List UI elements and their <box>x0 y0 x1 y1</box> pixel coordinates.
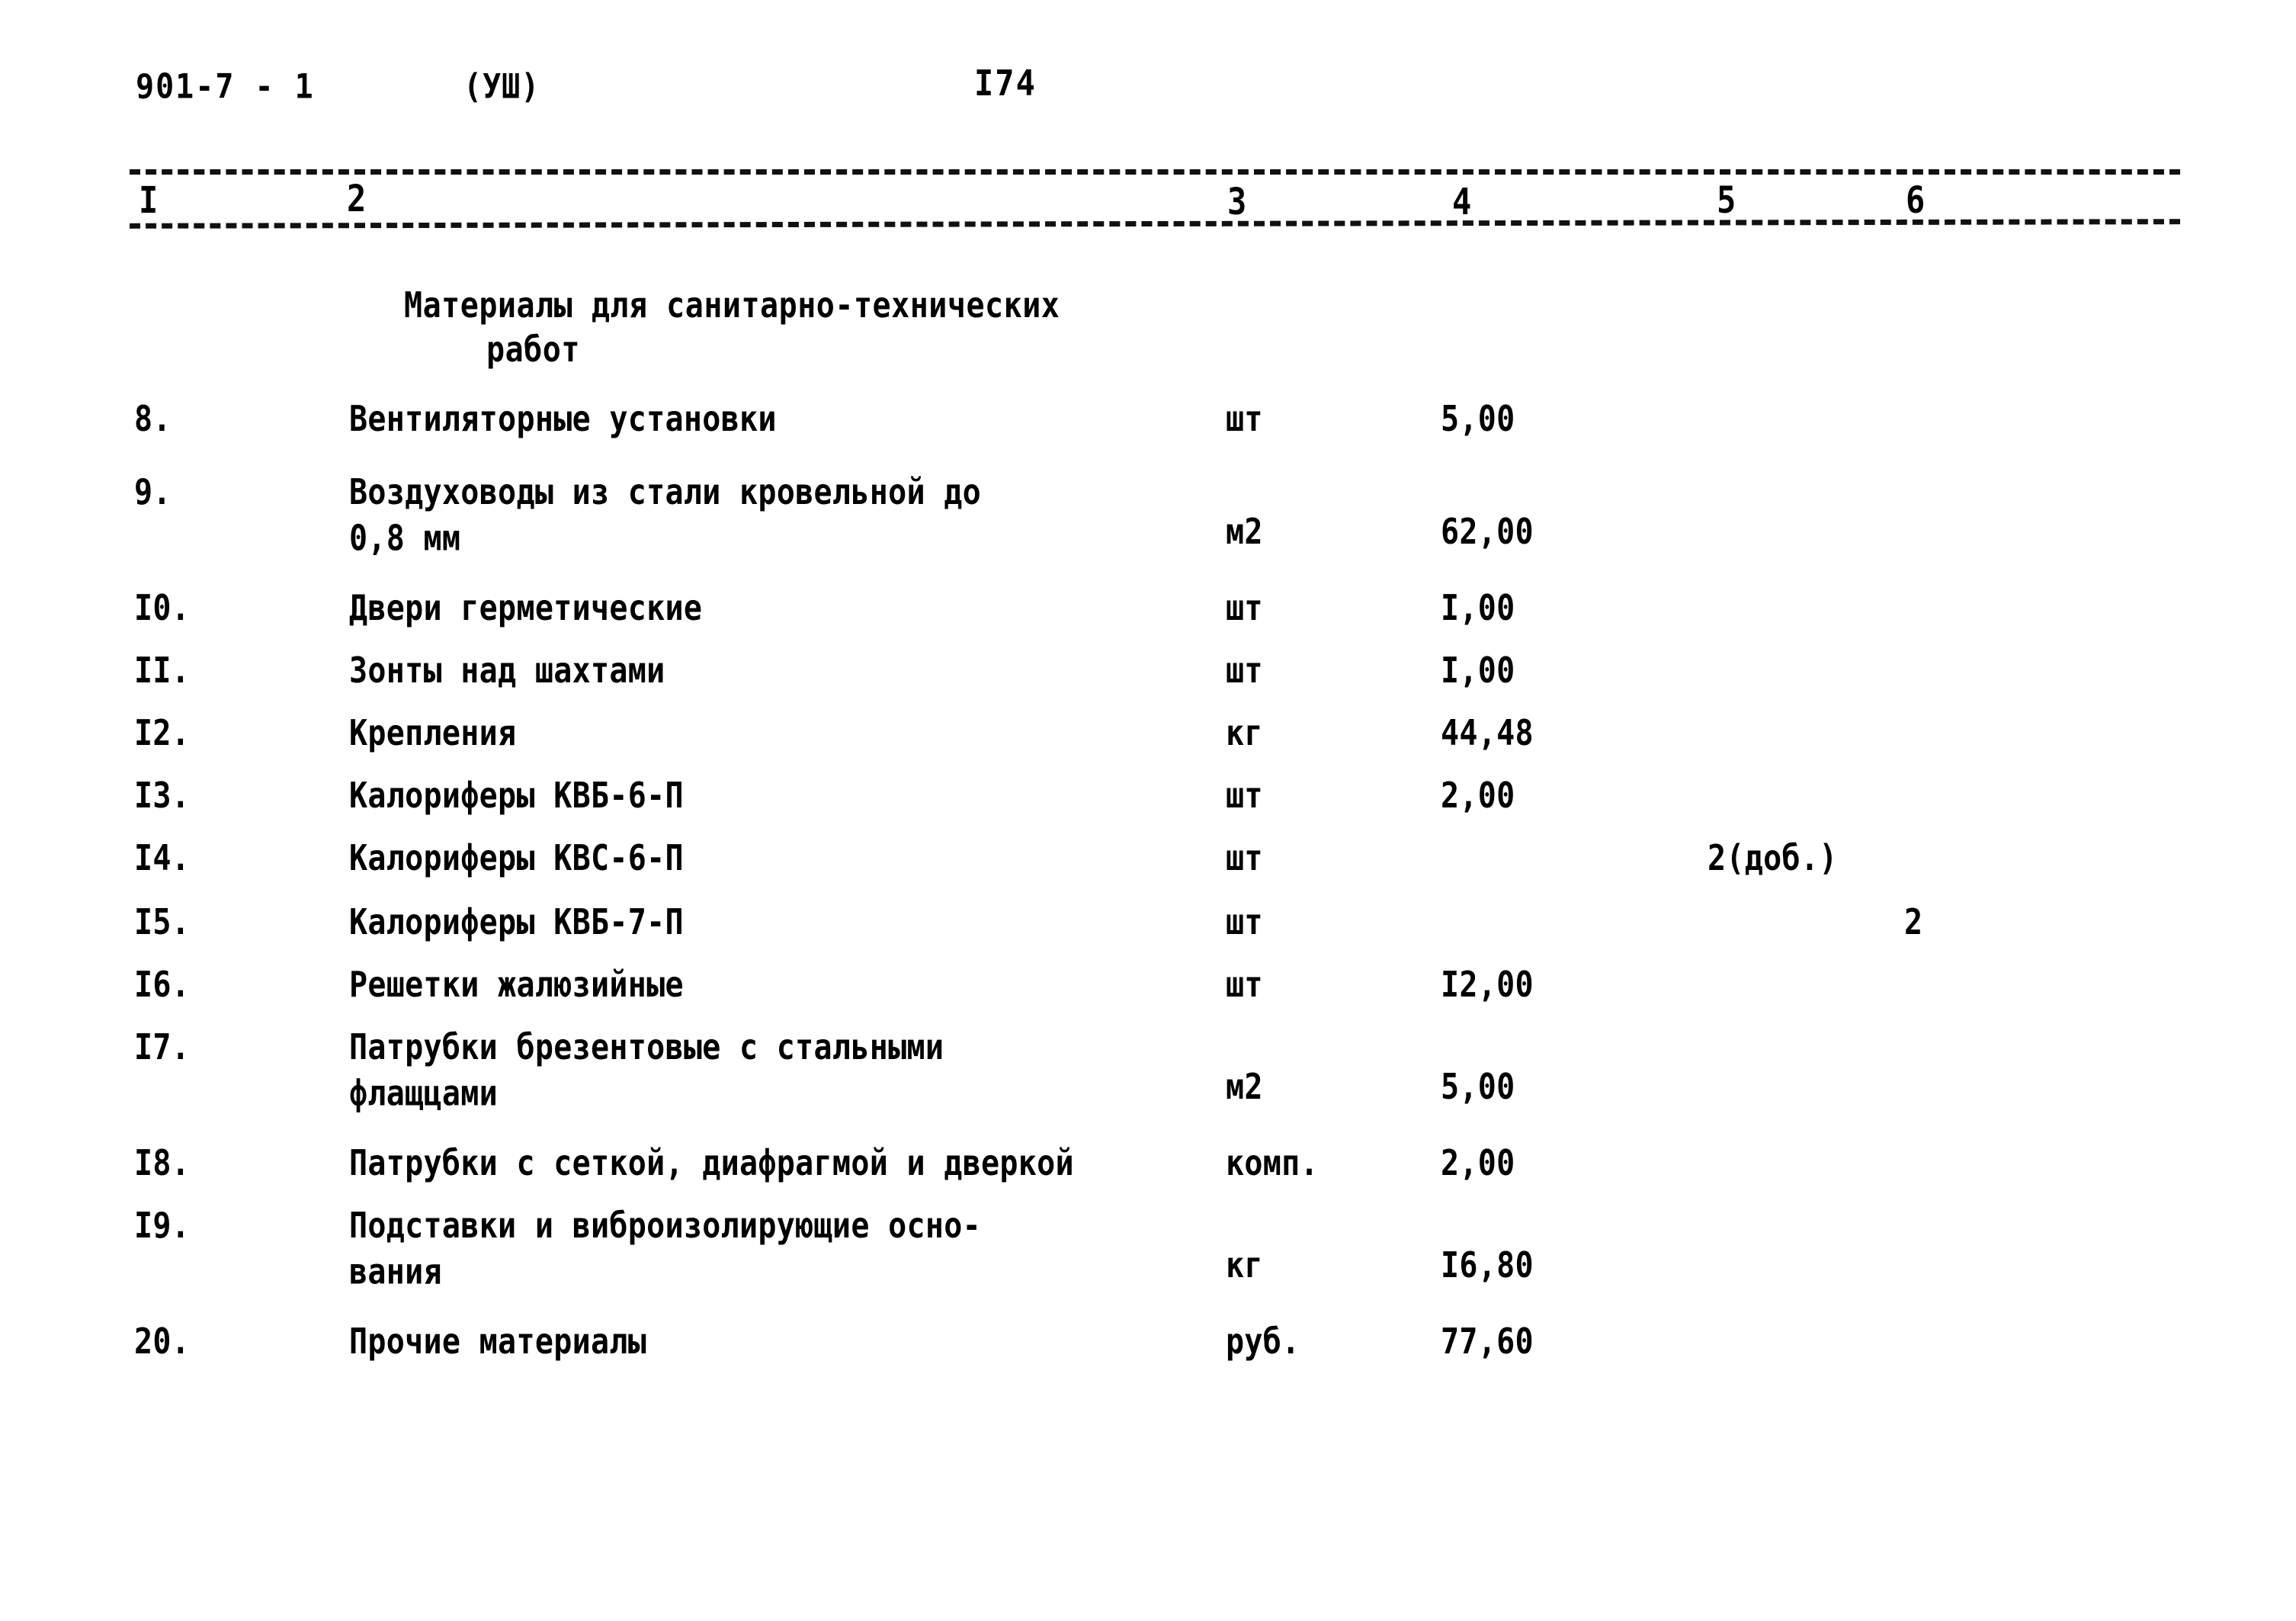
page-number: І74 <box>974 63 1037 104</box>
cell-name: Калориферы КВБ-7-П <box>349 902 684 943</box>
cell-no: 9. <box>134 472 172 513</box>
cell-name: Вентиляторные установки <box>349 399 777 440</box>
cell-unit: шт <box>1226 838 1263 879</box>
cell-no: І3. <box>134 775 191 817</box>
cell-qty: 2,00 <box>1441 775 1515 817</box>
cell-unit: шт <box>1226 775 1263 817</box>
cell-qty: 5,00 <box>1441 399 1515 440</box>
cell-no: 20. <box>134 1321 191 1363</box>
cell-unit: шт <box>1226 965 1263 1006</box>
cell-qty: І2,00 <box>1441 965 1534 1006</box>
column-number-4: 4 <box>1452 180 1472 223</box>
cell-unit: м2 <box>1226 512 1263 553</box>
cell-unit: м2 <box>1226 1067 1263 1108</box>
cell-qty: 44,48 <box>1441 713 1534 754</box>
document-code: 901-7 - 1 <box>136 67 315 107</box>
cell-qty: 2,00 <box>1441 1143 1515 1184</box>
cell-name: Двери герметические <box>349 588 703 629</box>
cell-no: 8. <box>134 399 172 440</box>
cell-no: І8. <box>134 1143 191 1184</box>
cell-unit: кг <box>1226 1245 1263 1286</box>
cell-name: Патрубки брезентовые с стальными флащцам… <box>349 1027 944 1115</box>
cell-unit: шт <box>1226 902 1263 943</box>
cell-name: Прочие материалы <box>349 1321 647 1363</box>
cell-unit: шт <box>1226 588 1263 629</box>
cell-no: І5. <box>134 902 191 943</box>
cell-name: Патрубки с сеткой, диафрагмой и дверкой <box>349 1143 1074 1184</box>
cell-no: І7. <box>134 1027 191 1068</box>
cell-no: І4. <box>134 838 191 879</box>
cell-qty: 77,60 <box>1441 1321 1534 1363</box>
cell-no: І2. <box>134 713 191 754</box>
section-title-line-2: работ <box>486 329 580 371</box>
cell-name: Воздуховоды из стали кровельной до 0,8 м… <box>349 472 981 560</box>
cell-name: Калориферы КВС-6-П <box>349 838 684 879</box>
scanned-document-page: 901-7 - 1 (УШ) І74 І 2 3 4 5 6 Материалы… <box>0 0 2296 1621</box>
cell-name: Подставки и виброизолирующие осно- вания <box>349 1205 981 1293</box>
column-number-3: 3 <box>1227 180 1247 223</box>
column-number-2: 2 <box>347 177 367 220</box>
cell-unit: руб. <box>1226 1321 1300 1363</box>
table-rule-top <box>130 169 2180 175</box>
cell-name: Калориферы КВБ-6-П <box>349 775 684 817</box>
cell-qty: 5,00 <box>1441 1067 1515 1108</box>
column-number-6: 6 <box>1906 178 1926 222</box>
section-title: Материалы для санитарно-технических рабо… <box>404 284 1060 372</box>
column-number-1: І <box>139 178 159 222</box>
section-title-line-1: Материалы для санитарно-технических <box>404 285 1060 326</box>
cell-qty: І6,80 <box>1441 1245 1534 1286</box>
cell-alt: 2 <box>1904 902 1923 943</box>
cell-qty: І,00 <box>1441 650 1515 692</box>
cell-no: І6. <box>134 965 191 1006</box>
document-header: 901-7 - 1 (УШ) І74 <box>0 63 2296 113</box>
column-number-5: 5 <box>1717 178 1736 222</box>
cell-qty: 62,00 <box>1441 512 1534 553</box>
cell-qty: І,00 <box>1441 588 1515 629</box>
cell-unit: шт <box>1226 650 1263 692</box>
cell-name: Крепления <box>349 713 517 754</box>
cell-no: ІІ. <box>134 650 191 692</box>
cell-name: Зонты над шахтами <box>349 650 665 692</box>
cell-unit: шт <box>1226 399 1263 440</box>
cell-unit: кг <box>1226 713 1263 754</box>
cell-unit: комп. <box>1226 1143 1319 1184</box>
cell-name: Решетки жалюзийные <box>349 965 684 1006</box>
column-number-band: І 2 3 4 5 6 <box>0 177 2296 226</box>
cell-no: І9. <box>134 1205 191 1247</box>
cell-no: І0. <box>134 588 191 629</box>
document-series: (УШ) <box>463 67 540 107</box>
cell-add: 2(доб.) <box>1708 838 1838 879</box>
